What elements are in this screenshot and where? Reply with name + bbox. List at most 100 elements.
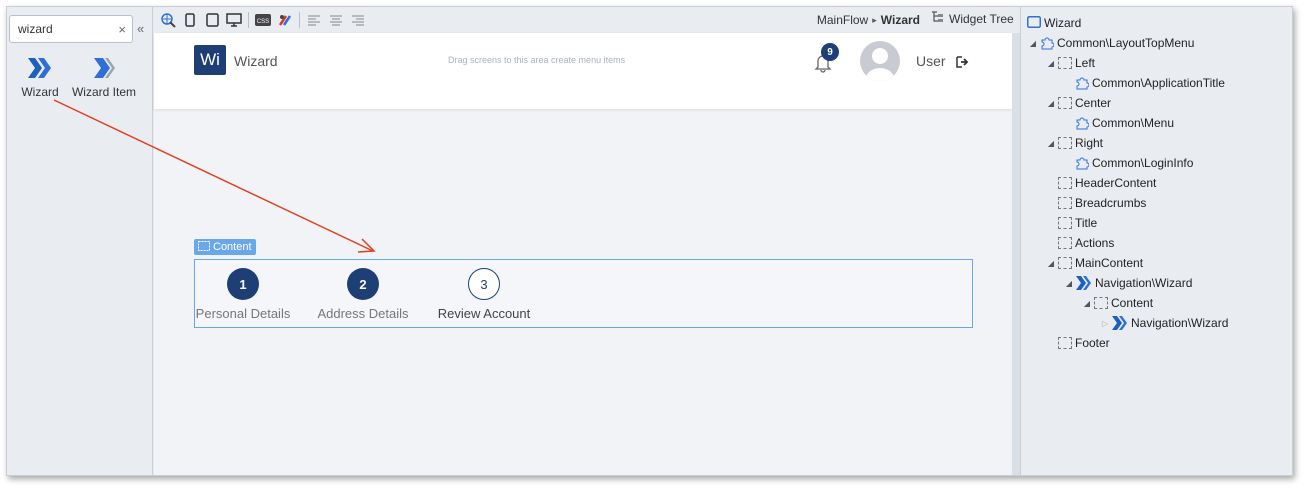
tree-node[interactable]: Common\ApplicationTitle bbox=[1075, 74, 1225, 92]
placeholder-icon bbox=[1058, 217, 1072, 229]
breadcrumb-screen[interactable]: Wizard bbox=[881, 13, 920, 27]
breadcrumb-flow[interactable]: MainFlow bbox=[817, 13, 868, 27]
collapse-triangle-icon[interactable]: ▷ bbox=[1101, 319, 1109, 328]
tree-node-label: Actions bbox=[1075, 236, 1115, 250]
canvas-toolbar: CSS MainFlow ▸ Wizard bbox=[154, 7, 932, 33]
toolbar-divider bbox=[299, 12, 300, 28]
tree-node[interactable]: ◢ Navigation\Wizard bbox=[1065, 274, 1192, 292]
toolbox-item-wizard[interactable]: Wizard bbox=[7, 55, 73, 99]
tree-node[interactable]: ◢ Center bbox=[1047, 94, 1111, 112]
css-icon[interactable]: CSS bbox=[255, 12, 271, 28]
screen-canvas[interactable]: Wi Wizard Drag screens to this area crea… bbox=[154, 33, 1012, 475]
svg-text:CSS: CSS bbox=[257, 19, 269, 25]
screen-icon bbox=[1027, 15, 1041, 31]
tree-node-label: Right bbox=[1075, 136, 1104, 150]
wizard-step[interactable]: 3 Review Account bbox=[435, 268, 533, 321]
expand-triangle-icon[interactable]: ◢ bbox=[1047, 139, 1055, 148]
placeholder-icon bbox=[1058, 257, 1072, 269]
tree-node[interactable]: ◢ Left bbox=[1047, 54, 1095, 72]
widget-tree-panel: Wizard ◢ Common\LayoutTopMenu ◢ Left Com… bbox=[1020, 7, 1292, 475]
step-label: Review Account bbox=[437, 306, 531, 321]
widget-tree-icon bbox=[931, 11, 944, 26]
menu-drop-hint: Drag screens to this area create menu it… bbox=[448, 55, 626, 65]
wizard-item-icon bbox=[71, 55, 137, 81]
placeholder-icon bbox=[1058, 177, 1072, 189]
tree-node[interactable]: Common\Menu bbox=[1075, 114, 1174, 132]
notification-badge: 9 bbox=[821, 43, 839, 61]
expand-triangle-icon[interactable]: ◢ bbox=[1047, 99, 1055, 108]
tree-node[interactable]: ◢ Common\LayoutTopMenu bbox=[1029, 34, 1195, 52]
tree-node[interactable]: ▷ Navigation\Wizard bbox=[1101, 314, 1228, 332]
content-placeholder-tag: Content bbox=[194, 239, 256, 255]
tree-node[interactable]: ◢ MainContent bbox=[1047, 254, 1143, 272]
tree-node[interactable]: ◢ Right bbox=[1047, 134, 1103, 152]
tree-node-label: Common\LayoutTopMenu bbox=[1057, 36, 1195, 50]
wizard-icon bbox=[1076, 276, 1092, 290]
tree-node-label: Wizard bbox=[1044, 16, 1082, 30]
page-header: Wi Wizard Drag screens to this area crea… bbox=[154, 33, 1012, 109]
theme-palette-icon[interactable] bbox=[277, 12, 293, 28]
tree-node-label: Navigation\Wizard bbox=[1131, 316, 1229, 330]
tab-label: Widget Tree bbox=[949, 11, 1014, 26]
toolbox-item-wizard-item[interactable]: Wizard Item bbox=[71, 55, 137, 99]
wizard-step[interactable]: 2 Address Details bbox=[315, 268, 411, 321]
puzzle-icon bbox=[1075, 156, 1090, 170]
placeholder-icon bbox=[1094, 297, 1108, 309]
collapse-panel-icon[interactable]: « bbox=[137, 21, 144, 36]
placeholder-icon bbox=[1058, 137, 1072, 149]
clear-icon[interactable]: × bbox=[118, 22, 126, 37]
tree-node[interactable]: ◢ Content bbox=[1083, 294, 1153, 312]
tree-node-label: Breadcrumbs bbox=[1075, 196, 1147, 210]
tree-node-label: Footer bbox=[1075, 336, 1110, 350]
content-placeholder[interactable]: 1 Personal Details 2 Address Details 3 R… bbox=[194, 259, 973, 328]
app-logo[interactable]: Wi bbox=[194, 45, 226, 75]
placeholder-icon bbox=[1058, 97, 1072, 109]
tablet-icon[interactable] bbox=[204, 12, 220, 28]
toolbox-search-input[interactable] bbox=[18, 22, 108, 36]
expand-triangle-icon[interactable]: ◢ bbox=[1029, 39, 1037, 48]
tree-node-label: Common\LoginInfo bbox=[1092, 156, 1194, 170]
toolbar-divider bbox=[248, 12, 249, 28]
placeholder-icon bbox=[1058, 337, 1072, 349]
avatar[interactable] bbox=[860, 41, 900, 81]
align-center-icon[interactable] bbox=[328, 12, 344, 28]
toolbox-panel: × « Wizard Wizard Item bbox=[7, 7, 153, 475]
expand-triangle-icon[interactable]: ◢ bbox=[1047, 259, 1055, 268]
placeholder-icon bbox=[1058, 237, 1072, 249]
expand-triangle-icon[interactable]: ◢ bbox=[1083, 299, 1091, 308]
desktop-icon[interactable] bbox=[226, 12, 242, 28]
tree-node[interactable]: Footer bbox=[1058, 334, 1110, 352]
tree-node[interactable]: HeaderContent bbox=[1058, 174, 1156, 192]
tree-node[interactable]: Actions bbox=[1058, 234, 1114, 252]
tree-root[interactable]: Wizard bbox=[1027, 14, 1081, 32]
logout-icon[interactable] bbox=[956, 55, 970, 68]
wizard-step[interactable]: 1 Personal Details bbox=[195, 268, 291, 321]
tree-node-label: Title bbox=[1075, 216, 1098, 230]
wizard-icon bbox=[1112, 316, 1128, 330]
tree-node[interactable]: Title bbox=[1058, 214, 1097, 232]
align-right-icon[interactable] bbox=[350, 12, 366, 28]
step-label: Address Details bbox=[317, 306, 409, 321]
tree-node-label: Common\Menu bbox=[1092, 116, 1175, 130]
phone-icon[interactable] bbox=[182, 12, 198, 28]
align-left-icon[interactable] bbox=[306, 12, 322, 28]
wizard-icon bbox=[7, 55, 73, 81]
step-number: 2 bbox=[347, 268, 379, 300]
expand-triangle-icon[interactable]: ◢ bbox=[1065, 279, 1073, 288]
toolbox-item-label: Wizard Item bbox=[71, 85, 136, 99]
toolbox-search[interactable]: × bbox=[9, 15, 133, 43]
expand-triangle-icon[interactable]: ◢ bbox=[1047, 59, 1055, 68]
user-name[interactable]: User bbox=[916, 53, 946, 69]
tree-node[interactable]: Breadcrumbs bbox=[1058, 194, 1146, 212]
tree-node-label: Navigation\Wizard bbox=[1095, 276, 1193, 290]
tree-node-label: HeaderContent bbox=[1075, 176, 1157, 190]
content-tag-label: Content bbox=[213, 241, 252, 253]
tree-node[interactable]: Common\LoginInfo bbox=[1075, 154, 1193, 172]
canvas-scrollbar[interactable] bbox=[1012, 33, 1020, 475]
placeholder-icon bbox=[1058, 197, 1072, 209]
tab-widget-tree[interactable]: Widget Tree bbox=[931, 11, 1014, 26]
puzzle-icon bbox=[1075, 116, 1090, 130]
preview-icon[interactable] bbox=[160, 12, 176, 28]
placeholder-icon bbox=[198, 240, 210, 254]
puzzle-icon bbox=[1040, 36, 1055, 50]
